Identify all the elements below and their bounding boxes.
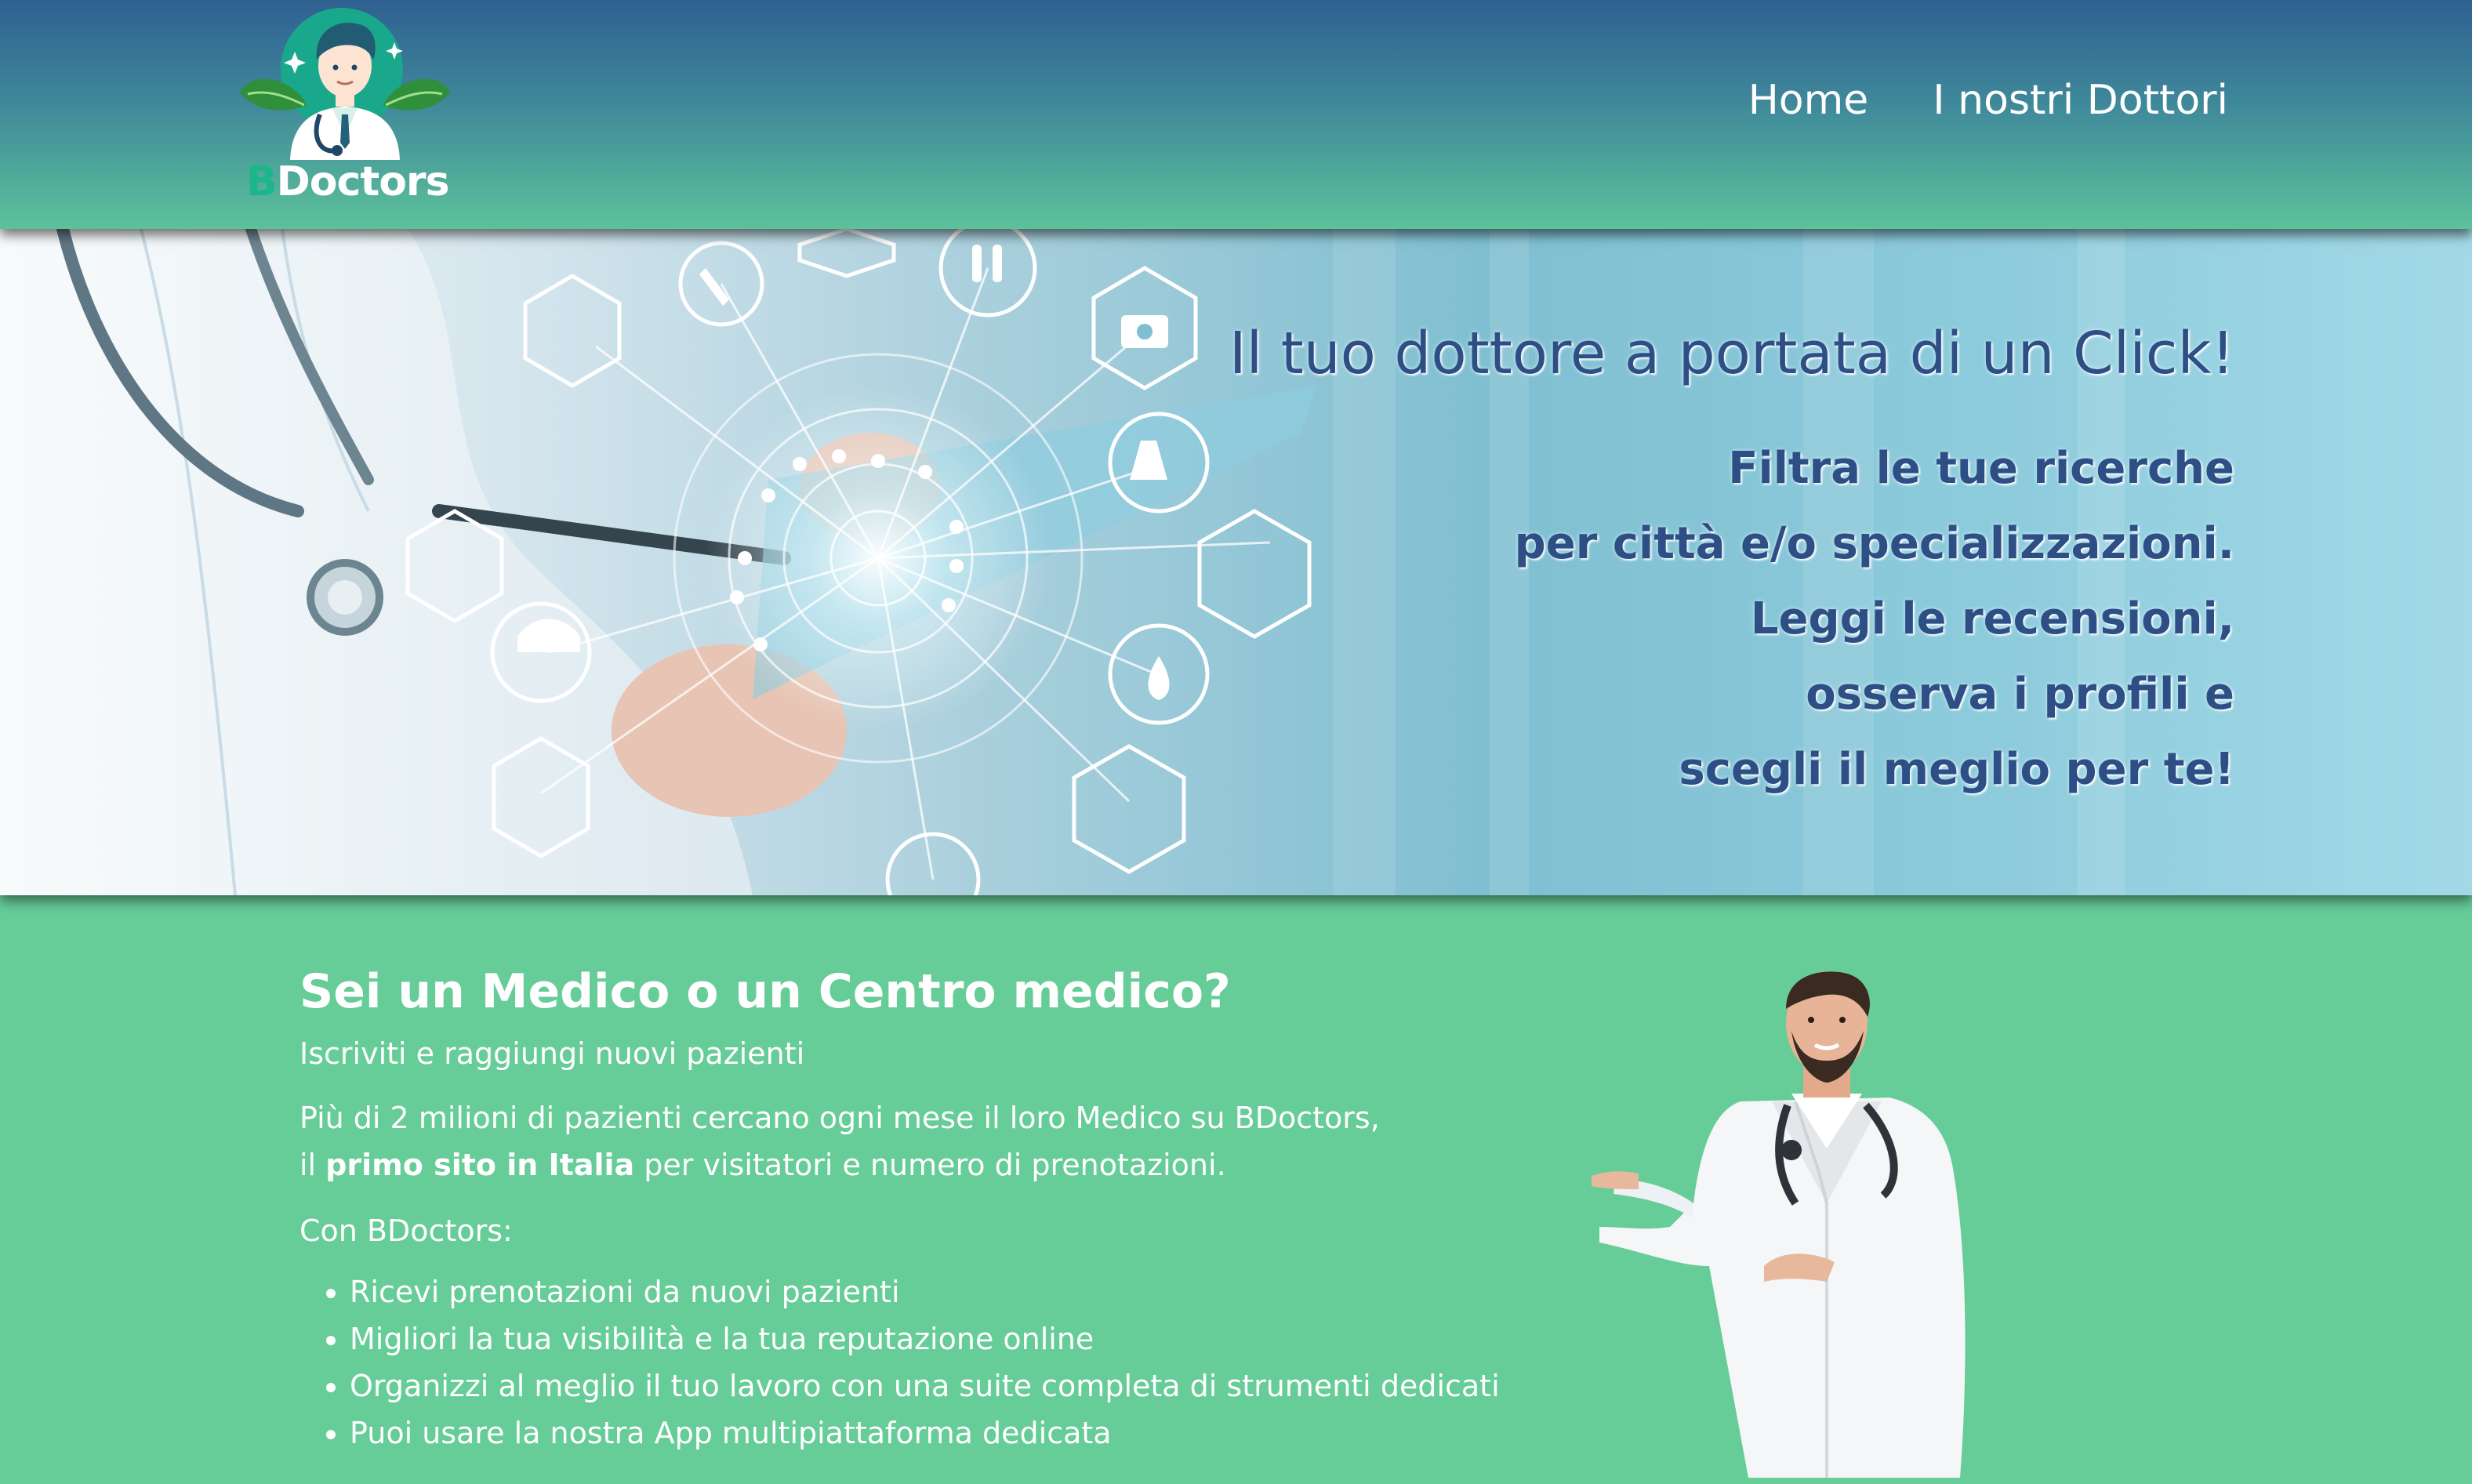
nav-link-our-doctors[interactable]: I nostri Dottori	[1933, 77, 2228, 124]
list-item: Ricevi prenotazioni da nuovi pazienti	[350, 1268, 1476, 1315]
doctor-pointing-photo	[1592, 971, 1966, 1478]
intro-line-1: Più di 2 milioni di pazienti cercano ogn…	[299, 1101, 1380, 1135]
logo-wordmark: BDoctors	[246, 158, 450, 205]
intro-paragraph: Più di 2 milioni di pazienti cercano ogn…	[299, 1094, 1476, 1188]
intro-line-2: il primo sito in Italia per visitatori e…	[299, 1148, 1226, 1182]
list-item: Organizzi al meglio il tuo lavoro con un…	[350, 1362, 1500, 1410]
hero-title: Il tuo dottore a portata di un Click!	[1229, 320, 2234, 387]
benefits-label: Con BDoctors:	[299, 1214, 513, 1248]
section-subtitle: Iscriviti e raggiungi nuovi pazienti	[299, 1036, 805, 1071]
hero-banner: Il tuo dottore a portata di un Click! Fi…	[0, 229, 2472, 895]
hero-line-5: scegli il meglio per te!	[1679, 744, 2234, 795]
hero-text-block: Il tuo dottore a portata di un Click! Fi…	[1229, 320, 2234, 807]
hero-line-2: per città e/o specializzazioni.	[1514, 518, 2234, 569]
doctor-logo-icon	[240, 8, 450, 160]
nav-link-home[interactable]: Home	[1748, 77, 1869, 124]
list-item: Puoi usare la nostra App multipiattaform…	[350, 1410, 1476, 1457]
doctor-signup-section: Sei un Medico o un Centro medico? Iscriv…	[299, 964, 1500, 1457]
hero-line-1: Filtra le tue ricerche	[1728, 443, 2234, 494]
hero-line-4: osserva i profili e	[1806, 669, 2234, 720]
main-nav: Home I nostri Dottori	[1748, 77, 2228, 124]
list-item: Migliori la tua visibilità e la tua repu…	[350, 1315, 1476, 1362]
logo-link[interactable]: BDoctors	[235, 5, 455, 210]
highlight-first-site: primo sito in Italia	[325, 1148, 635, 1182]
benefits-list: Ricevi prenotazioni da nuovi pazienti Mi…	[299, 1268, 1500, 1457]
hero-line-3: Leggi le recensioni,	[1750, 593, 2234, 644]
site-header: BDoctors Home I nostri Dottori	[0, 0, 2472, 229]
section-heading: Sei un Medico o un Centro medico?	[299, 964, 1231, 1019]
